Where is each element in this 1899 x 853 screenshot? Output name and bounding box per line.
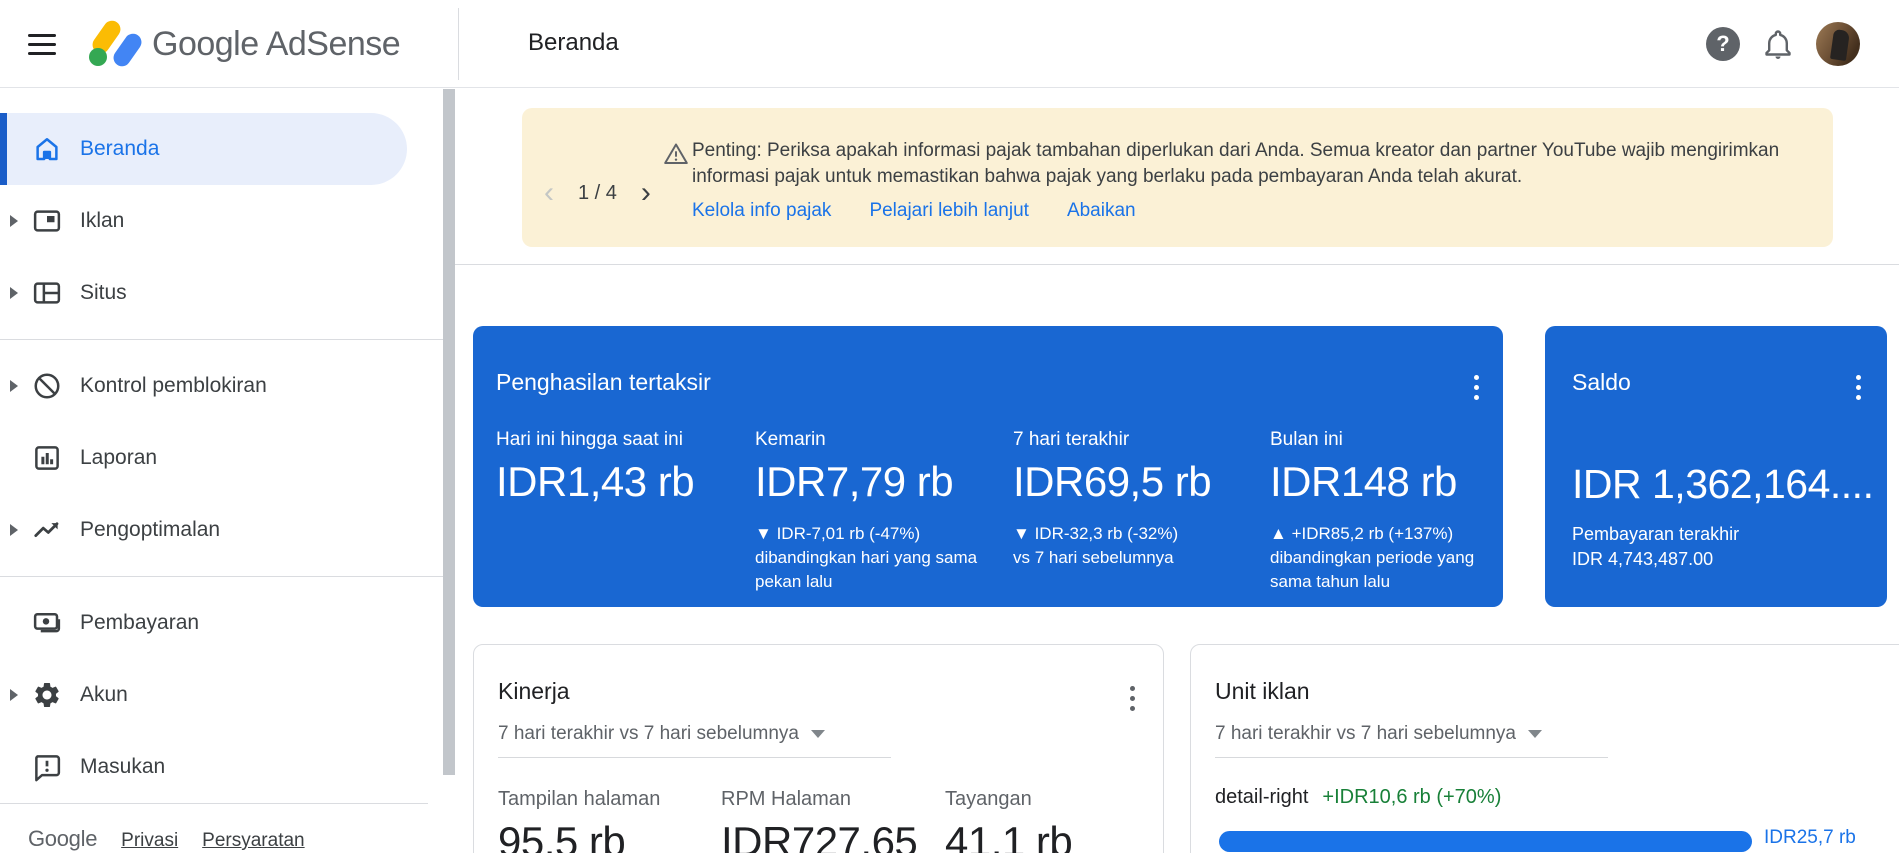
previous-banner-button[interactable]: ‹ [540, 178, 558, 208]
earnings-col-today: Hari ini hingga saat ini IDR1,43 rb [496, 428, 746, 506]
banner-actions: Kelola info pajak Pelajari lebih lanjut … [692, 200, 1136, 222]
last-payment-label: Pembayaran terakhir [1572, 522, 1863, 547]
metric-page-views: Tampilan halaman 95,5 rb [498, 786, 660, 853]
card-title: Saldo [1572, 368, 1863, 396]
chevron-down-icon [1528, 730, 1542, 738]
google-footer-logo: Google [28, 826, 97, 852]
date-range-selector[interactable]: 7 hari terakhir vs 7 hari sebelumnya [498, 723, 825, 745]
page-title: Beranda [528, 29, 619, 57]
sidebar-item-akun[interactable]: Akun [0, 659, 443, 731]
sidebar-item-iklan[interactable]: Iklan [0, 185, 443, 257]
metric-impressions: Tayangan 41,1 rb [945, 786, 1072, 853]
expand-arrow-icon [10, 380, 18, 392]
card-title: Kinerja [498, 677, 1139, 705]
performance-metrics: Tampilan halaman 95,5 rb RPM Halaman IDR… [498, 786, 1139, 853]
banner-pager: ‹ 1 / 4 › [540, 178, 655, 208]
sidebar-nav: Beranda Iklan [0, 89, 443, 803]
header-divider [458, 8, 459, 80]
feedback-icon [32, 752, 62, 782]
selector-underline [498, 757, 891, 758]
sidebar-item-kontrol-pemblokiran[interactable]: Kontrol pemblokiran [0, 350, 443, 422]
ad-unit-row: detail-right +IDR10,6 rb (+70%) [1215, 786, 1899, 809]
sidebar-scrollbar[interactable] [443, 89, 455, 775]
sidebar-item-pengoptimalan[interactable]: Pengoptimalan [0, 494, 443, 566]
sites-icon [32, 278, 62, 308]
sidebar: Beranda Iklan [0, 89, 443, 853]
expand-arrow-icon [10, 689, 18, 701]
tax-banner: ‹ 1 / 4 › Penting: Periksa apakah inform… [522, 108, 1833, 247]
more-options-icon[interactable] [1121, 681, 1143, 715]
expand-arrow-icon [10, 524, 18, 536]
warning-triangle-icon [663, 141, 689, 167]
down-arrow-icon: ▼ [755, 524, 772, 543]
last-payment-value: IDR 4,743,487.00 [1572, 547, 1863, 572]
user-avatar[interactable] [1816, 22, 1860, 66]
top-bar: Google AdSense Beranda ? [0, 0, 1899, 88]
adsense-logo[interactable]: Google AdSense [86, 14, 400, 74]
terms-link[interactable]: Persyaratan [202, 830, 304, 852]
ad-units-card: Unit iklan 7 hari terakhir vs 7 hari seb… [1190, 644, 1899, 853]
privacy-link[interactable]: Privasi [121, 830, 178, 852]
earnings-col-yesterday: Kemarin IDR7,79 rb ▼ IDR-7,01 rb (-47%) … [755, 428, 1005, 594]
performance-card: Kinerja 7 hari terakhir vs 7 hari sebelu… [473, 644, 1164, 853]
manage-tax-info-link[interactable]: Kelola info pajak [692, 200, 831, 222]
help-icon[interactable]: ? [1706, 27, 1740, 61]
balance-card: Saldo IDR 1,362,164.... Pembayaran terak… [1545, 326, 1887, 607]
banner-page-count: 1 / 4 [578, 182, 617, 205]
down-arrow-icon: ▼ [1013, 524, 1030, 543]
adsense-app: Google AdSense Beranda ? Bera [0, 0, 1899, 853]
balance-value: IDR 1,362,164.... [1572, 460, 1863, 508]
content-divider [455, 264, 1899, 265]
report-icon [32, 443, 62, 473]
card-title: Penghasilan tertaksir [496, 368, 1479, 396]
ad-unit-bar-chart: IDR25,7 rb [1215, 831, 1899, 853]
up-arrow-icon: ▲ [1270, 524, 1287, 543]
card-title: Unit iklan [1215, 677, 1899, 705]
sidebar-footer: Google Privasi Persyaratan [0, 803, 428, 852]
earnings-col-last7days: 7 hari terakhir IDR69,5 rb ▼ IDR-32,3 rb… [1013, 428, 1263, 570]
ad-unit-name: detail-right [1215, 786, 1308, 809]
trending-up-icon [32, 515, 62, 545]
estimated-earnings-card: Penghasilan tertaksir Hari ini hingga sa… [473, 326, 1503, 607]
next-banner-button[interactable]: › [637, 178, 655, 208]
adsense-logo-icon [86, 15, 144, 73]
expand-arrow-icon [10, 287, 18, 299]
earnings-col-this-month: Bulan ini IDR148 rb ▲ +IDR85,2 rb (+137%… [1270, 428, 1520, 594]
sidebar-item-masukan[interactable]: Masukan [0, 731, 443, 803]
sidebar-item-pembayaran[interactable]: Pembayaran [0, 587, 443, 659]
block-icon [32, 371, 62, 401]
more-options-icon[interactable] [1847, 370, 1869, 404]
metric-page-rpm: RPM Halaman IDR727,65 [721, 786, 917, 853]
ad-unit-bar[interactable] [1219, 831, 1752, 852]
selector-underline [1215, 757, 1608, 758]
ad-unit-icon [32, 206, 62, 236]
sidebar-divider [0, 339, 443, 340]
payments-icon [32, 608, 62, 638]
gear-icon [32, 680, 62, 710]
chevron-down-icon [811, 730, 825, 738]
bell-icon[interactable] [1758, 24, 1798, 64]
brand-text: Google AdSense [152, 25, 400, 64]
dismiss-link[interactable]: Abaikan [1067, 200, 1136, 222]
date-range-selector[interactable]: 7 hari terakhir vs 7 hari sebelumnya [1215, 723, 1542, 745]
banner-message: Penting: Periksa apakah informasi pajak … [692, 138, 1782, 190]
more-options-icon[interactable] [1465, 370, 1487, 404]
main-content: ‹ 1 / 4 › Penting: Periksa apakah inform… [455, 89, 1899, 853]
sidebar-scrollbar-track [443, 89, 455, 853]
sidebar-item-beranda[interactable]: Beranda [0, 113, 443, 185]
learn-more-link[interactable]: Pelajari lebih lanjut [869, 200, 1029, 222]
home-icon [32, 134, 62, 164]
ad-unit-bar-value: IDR25,7 rb [1764, 827, 1856, 849]
sidebar-divider [0, 576, 443, 577]
ad-unit-change: +IDR10,6 rb (+70%) [1322, 786, 1501, 809]
hamburger-menu-icon[interactable] [28, 31, 56, 57]
sidebar-item-situs[interactable]: Situs [0, 257, 443, 329]
sidebar-item-laporan[interactable]: Laporan [0, 422, 443, 494]
expand-arrow-icon [10, 215, 18, 227]
